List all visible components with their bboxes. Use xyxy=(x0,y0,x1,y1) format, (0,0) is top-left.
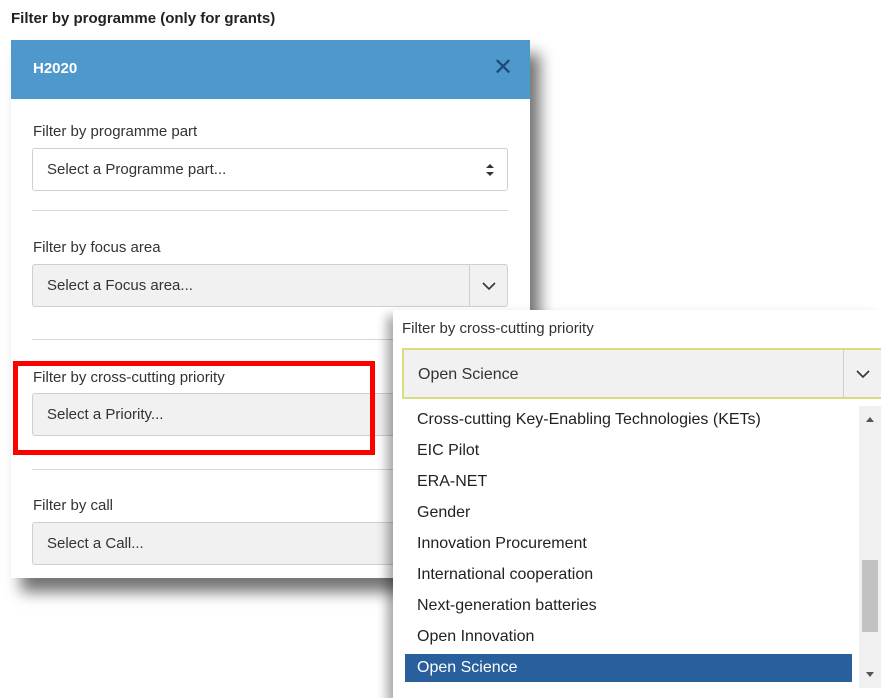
scrollbar-thumb[interactable] xyxy=(862,560,878,632)
chevron-down-icon xyxy=(482,282,496,291)
programme-selected-header: H2020 ✕ xyxy=(11,40,530,99)
focus-area-toggle[interactable] xyxy=(469,265,507,306)
option-open-innovation[interactable]: Open Innovation xyxy=(405,623,852,651)
priority-selected-value: Open Science xyxy=(418,366,519,383)
focus-area-placeholder: Select a Focus area... xyxy=(47,277,193,294)
option-innovation-procurement[interactable]: Innovation Procurement xyxy=(405,530,852,558)
option-open-science[interactable]: Open Science xyxy=(405,654,852,682)
option-kets[interactable]: Cross-cutting Key-Enabling Technologies … xyxy=(405,406,852,434)
focus-area-select[interactable]: Select a Focus area... xyxy=(32,264,508,307)
close-icon[interactable]: ✕ xyxy=(490,53,516,83)
scrollbar[interactable] xyxy=(859,406,881,688)
option-era-net[interactable]: ERA-NET xyxy=(405,468,852,496)
option-gender[interactable]: Gender xyxy=(405,499,852,527)
programme-filter-heading: Filter by programme (only for grants) xyxy=(11,10,276,27)
scroll-down-icon[interactable] xyxy=(864,670,876,680)
option-next-generation-batteries[interactable]: Next-generation batteries xyxy=(405,592,852,620)
call-label: Filter by call xyxy=(33,497,114,514)
programme-part-label: Filter by programme part xyxy=(33,123,198,140)
scroll-up-icon[interactable] xyxy=(864,414,876,424)
priority-dropdown-toggle[interactable] xyxy=(843,350,881,397)
call-placeholder: Select a Call... xyxy=(47,535,144,552)
option-international-cooperation[interactable]: International cooperation xyxy=(405,561,852,589)
sort-arrows-icon xyxy=(486,164,494,176)
divider xyxy=(32,210,508,211)
chevron-down-icon xyxy=(856,370,870,379)
selected-programme: H2020 xyxy=(33,60,78,77)
highlight-annotation xyxy=(13,361,375,455)
focus-area-label: Filter by focus area xyxy=(33,239,161,256)
option-eic-pilot[interactable]: EIC Pilot xyxy=(405,437,852,465)
programme-part-placeholder: Select a Programme part... xyxy=(47,161,227,178)
priority-dropdown-label: Filter by cross-cutting priority xyxy=(402,320,594,337)
priority-dropdown-select[interactable]: Open Science xyxy=(402,348,881,399)
priority-options-list[interactable]: Cross-cutting Key-Enabling Technologies … xyxy=(402,406,881,688)
priority-dropdown-panel: Filter by cross-cutting priority Open Sc… xyxy=(393,310,881,698)
programme-part-select[interactable]: Select a Programme part... xyxy=(32,148,508,191)
